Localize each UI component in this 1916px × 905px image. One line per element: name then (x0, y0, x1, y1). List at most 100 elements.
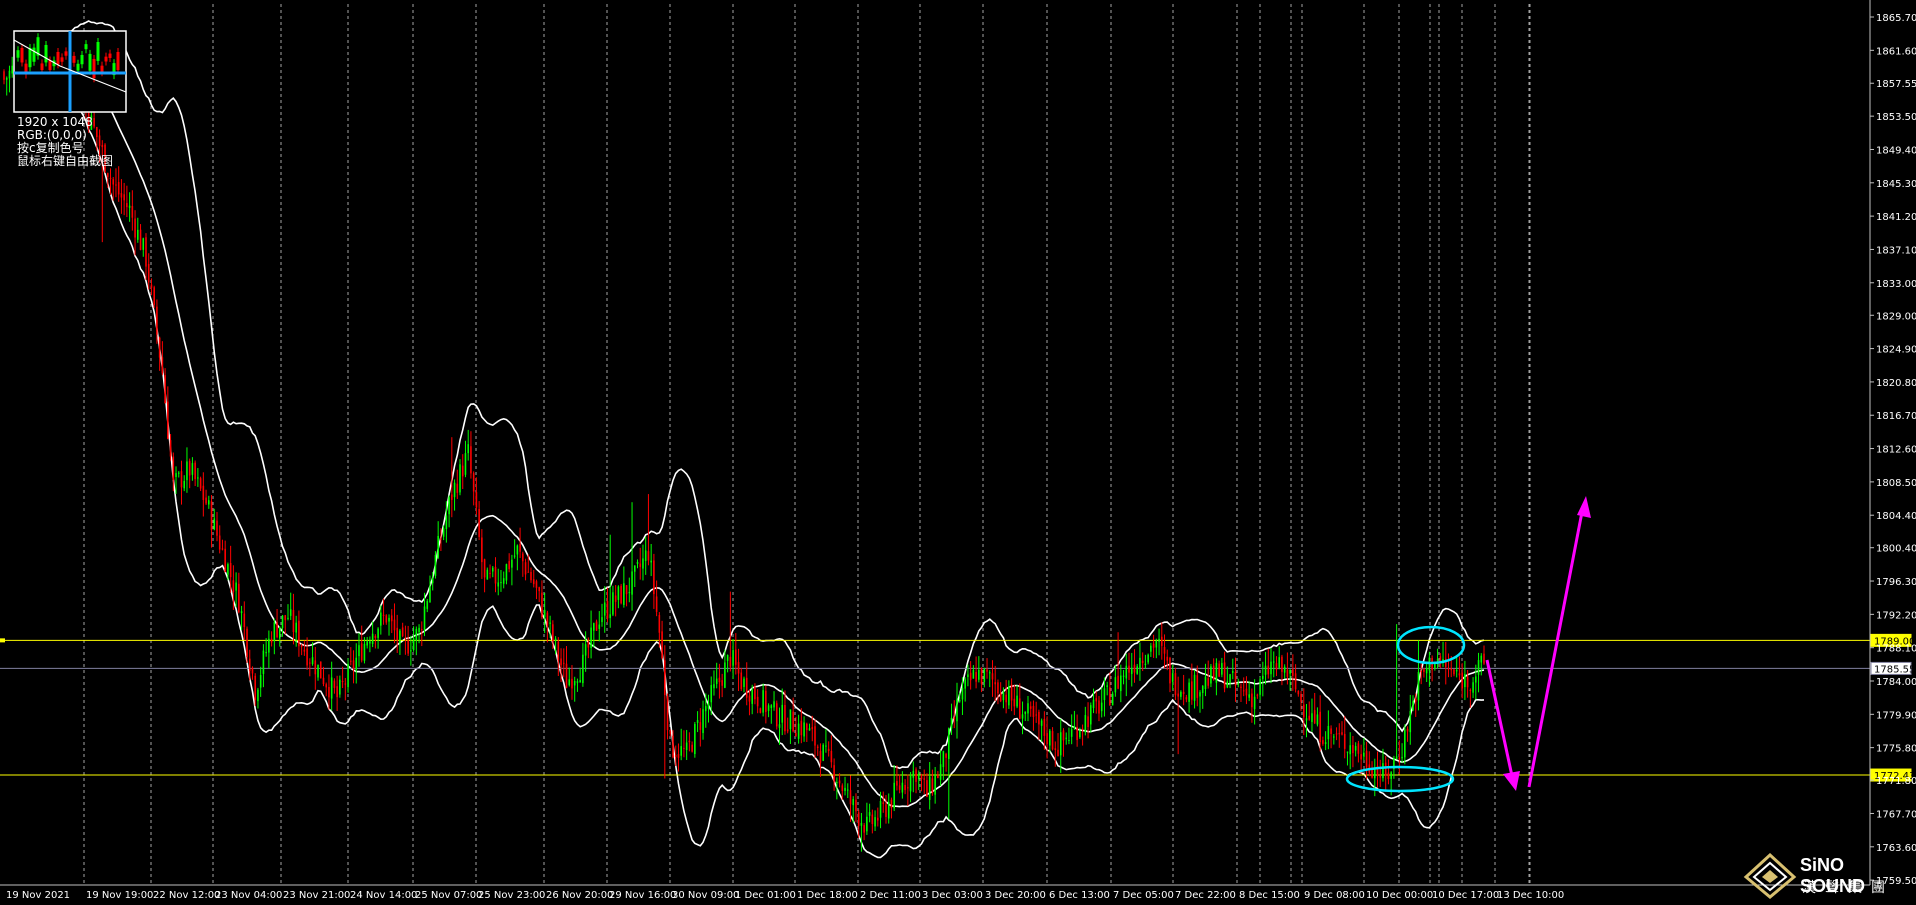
candle-body (691, 744, 693, 752)
candle-body (983, 668, 986, 683)
candle-body (175, 473, 177, 477)
candle-body (1240, 686, 1242, 688)
candle-body (1338, 733, 1341, 735)
candle-body (1092, 699, 1095, 709)
candle-body (860, 822, 863, 826)
candle-body (1010, 684, 1013, 701)
candle-body (412, 638, 415, 651)
candle-body (852, 799, 855, 806)
candle-body (710, 685, 713, 703)
magnifier-candle (32, 47, 36, 62)
candle-body (748, 695, 751, 702)
candle-body (172, 456, 175, 480)
candle-body (1049, 730, 1051, 746)
candle-body (767, 705, 770, 711)
candle-body (765, 690, 767, 712)
candle-body (1330, 728, 1332, 734)
time-axis: 19 Nov 2021 19 Nov 19:00 22 Nov 12:0023 No… (0, 884, 1870, 901)
candle-body (1335, 733, 1338, 735)
candle-body (1477, 660, 1480, 675)
candle-body (857, 812, 860, 826)
candle-body (1163, 647, 1166, 654)
candle-body (789, 709, 792, 730)
magnifier-candle (64, 51, 68, 56)
candle-body (614, 595, 617, 602)
candle-body (1417, 671, 1420, 701)
time-label: 13 Dec 10:00 (1497, 890, 1564, 901)
candle-body (243, 613, 246, 628)
price-tick-label: 1833.00 (1876, 279, 1916, 290)
candle-body (808, 728, 811, 731)
candle-body (1177, 693, 1179, 697)
candle-body (819, 751, 822, 763)
candle-body (680, 746, 682, 756)
candle-body (500, 582, 502, 584)
candle-body (879, 800, 882, 818)
price-tick-label: 1820.80 (1876, 378, 1916, 389)
candle-body (822, 744, 824, 761)
time-label: 9 Dec 08:00 (1304, 890, 1365, 901)
candle-body (341, 680, 344, 682)
candle-body (784, 705, 786, 732)
candle-body (715, 678, 718, 684)
bollinger-upper-line (14, 20, 1485, 770)
candle-body (792, 711, 794, 732)
candle-body (1054, 748, 1057, 751)
candle-body (1343, 733, 1346, 749)
candle-body (1125, 665, 1128, 679)
candle-body (1204, 676, 1207, 690)
candle-body (309, 662, 311, 664)
candle-body (1002, 691, 1005, 701)
magnifier-candle (48, 60, 52, 70)
candle-body (339, 679, 341, 695)
candle-body (115, 184, 117, 186)
candle-body (199, 478, 202, 489)
candle-body (1095, 698, 1098, 702)
candle-body (1322, 740, 1324, 744)
candle-body (885, 804, 887, 817)
candle-body (606, 600, 609, 619)
candle-body (235, 582, 237, 591)
candle-body (762, 690, 764, 713)
candle-body (650, 560, 652, 563)
candle-body (1106, 685, 1108, 688)
candle-body (478, 509, 480, 537)
candle-body (740, 672, 743, 690)
candle-body (314, 660, 317, 675)
magnifier-candle (76, 63, 80, 71)
time-label: 3 Dec 03:00 (922, 890, 983, 901)
candle-body (1363, 752, 1365, 757)
time-label: 10 Dec 17:00 (1432, 890, 1499, 901)
price-tick-label: 1796.30 (1876, 577, 1916, 588)
candle-body (1223, 662, 1226, 689)
candle-body (1024, 711, 1027, 714)
candle-body (573, 680, 576, 686)
candle-body (429, 586, 431, 603)
candle-body (8, 70, 11, 79)
candle-body (1084, 715, 1087, 733)
candle-body (1308, 715, 1311, 720)
candle-body (142, 238, 145, 250)
price-tick-label: 1861.60 (1876, 46, 1916, 57)
candle-body (1120, 675, 1122, 692)
candle-body (620, 585, 622, 604)
price-tick-label: 1812.60 (1876, 445, 1916, 456)
magnifier-candle (108, 53, 112, 58)
candle-body (683, 747, 685, 749)
candle-body (1302, 704, 1305, 718)
candle-body (1349, 745, 1351, 755)
candle-body (352, 660, 355, 669)
candle-body (1117, 675, 1119, 689)
candle-body (382, 614, 385, 616)
candle-body (494, 566, 497, 584)
candle-body (1475, 676, 1477, 683)
candle-body (694, 723, 696, 755)
candle-body (530, 572, 532, 581)
candle-body (281, 615, 284, 628)
candle-body (975, 672, 977, 682)
candle-body (1275, 663, 1278, 670)
time-label: 3 Dec 20:00 (985, 890, 1046, 901)
candle-body (1130, 667, 1133, 675)
candle-body (407, 640, 409, 654)
candle-body (268, 638, 270, 653)
